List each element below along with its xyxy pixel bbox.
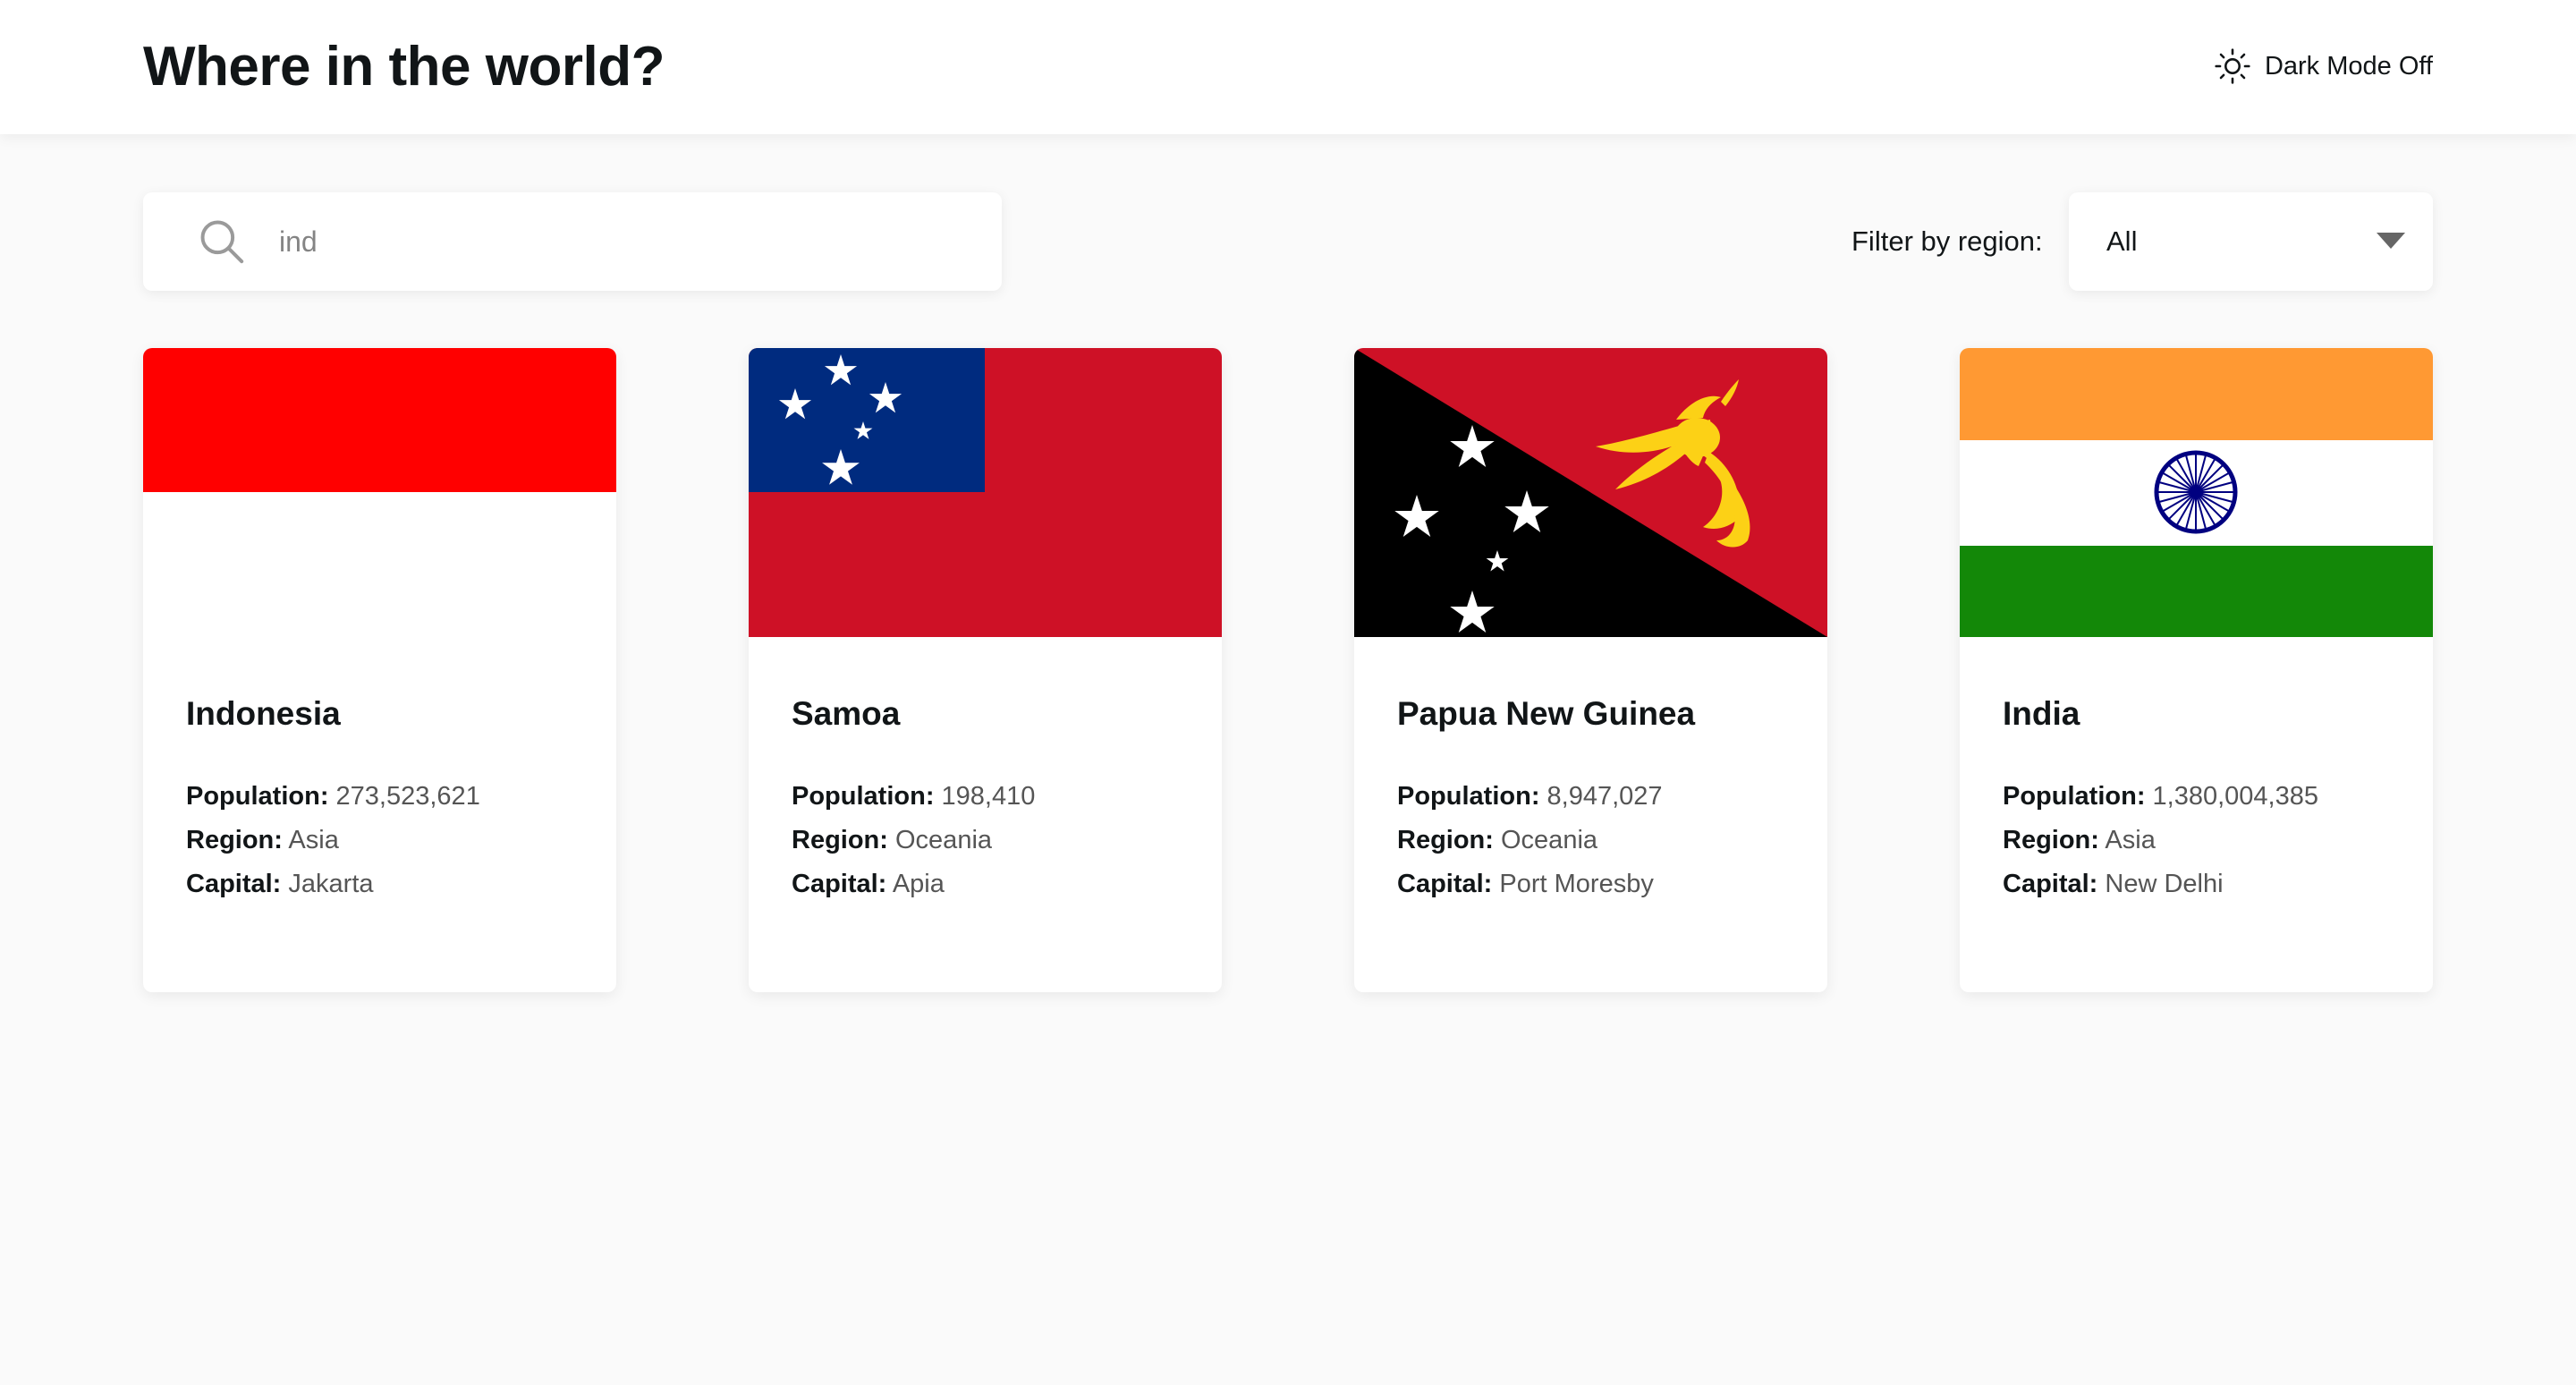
region-selected-value: All: [2106, 225, 2138, 257]
search-box[interactable]: [143, 192, 1002, 291]
region-line: Region: Asia: [2003, 826, 2156, 854]
india-flag: [1960, 348, 2433, 637]
region-line: Region: Asia: [186, 826, 339, 854]
region-value: Asia: [288, 826, 339, 854]
region-line: Region: Oceania: [1397, 826, 1598, 854]
capital-value: Jakarta: [288, 870, 374, 898]
region-value: Oceania: [895, 826, 993, 854]
population-value: 8,947,027: [1546, 782, 1663, 811]
region-line: Region: Oceania: [792, 826, 993, 854]
country-card-india[interactable]: India Population: 1,380,004,385 Region: …: [1960, 348, 2433, 992]
population-line: Population: 1,380,004,385: [2003, 782, 2319, 811]
chevron-down-icon: [2376, 230, 2406, 251]
card-body: Indonesia Population: 273,523,621 Region…: [186, 692, 589, 906]
card-body: India Population: 1,380,004,385 Region: …: [2003, 692, 2406, 906]
population-line: Population: 8,947,027: [1397, 782, 1663, 811]
sun-icon: [2213, 47, 2252, 86]
capital-value: Port Moresby: [1499, 870, 1654, 898]
search-icon: [197, 217, 247, 267]
dark-mode-label: Dark Mode Off: [2264, 52, 2433, 81]
capital-line: Capital: Jakarta: [186, 870, 374, 898]
app-title: Where in the world?: [143, 36, 665, 98]
capital-line: Capital: New Delhi: [2003, 870, 2224, 898]
population-value: 198,410: [941, 782, 1036, 811]
indonesia-flag: [143, 348, 616, 637]
region-value: Oceania: [1501, 826, 1598, 854]
capital-line: Capital: Apia: [792, 870, 945, 898]
country-card-samoa[interactable]: Samoa Population: 198,410 Region: Oceani…: [749, 348, 1222, 992]
app-header: Where in the world? Dark Mode Off: [0, 0, 2576, 134]
population-line: Population: 198,410: [792, 782, 1036, 811]
country-card-papua-new-guinea[interactable]: Papua New Guinea Population: 8,947,027 R…: [1354, 348, 1827, 992]
capital-line: Capital: Port Moresby: [1397, 870, 1654, 898]
population-value: 273,523,621: [335, 782, 480, 811]
search-input[interactable]: [277, 214, 961, 269]
region-value: Asia: [2105, 826, 2156, 854]
region-select[interactable]: All: [2069, 192, 2433, 291]
dark-mode-toggle[interactable]: Dark Mode Off: [2213, 47, 2433, 86]
capital-value: New Delhi: [2105, 870, 2224, 898]
population-line: Population: 273,523,621: [186, 782, 480, 811]
population-value: 1,380,004,385: [2152, 782, 2319, 811]
card-body: Papua New Guinea Population: 8,947,027 R…: [1397, 692, 1801, 906]
filter-label: Filter by region:: [1852, 225, 2043, 257]
capital-value: Apia: [892, 870, 945, 898]
country-name: India: [2003, 695, 2080, 732]
country-name: Papua New Guinea: [1397, 695, 1696, 732]
card-body: Samoa Population: 198,410 Region: Oceani…: [792, 692, 1195, 906]
samoa-flag: [749, 348, 1222, 637]
country-card-indonesia[interactable]: Indonesia Population: 273,523,621 Region…: [143, 348, 616, 992]
country-name: Indonesia: [186, 695, 341, 732]
country-name: Samoa: [792, 695, 901, 732]
papua-new-guinea-flag: [1354, 348, 1827, 637]
